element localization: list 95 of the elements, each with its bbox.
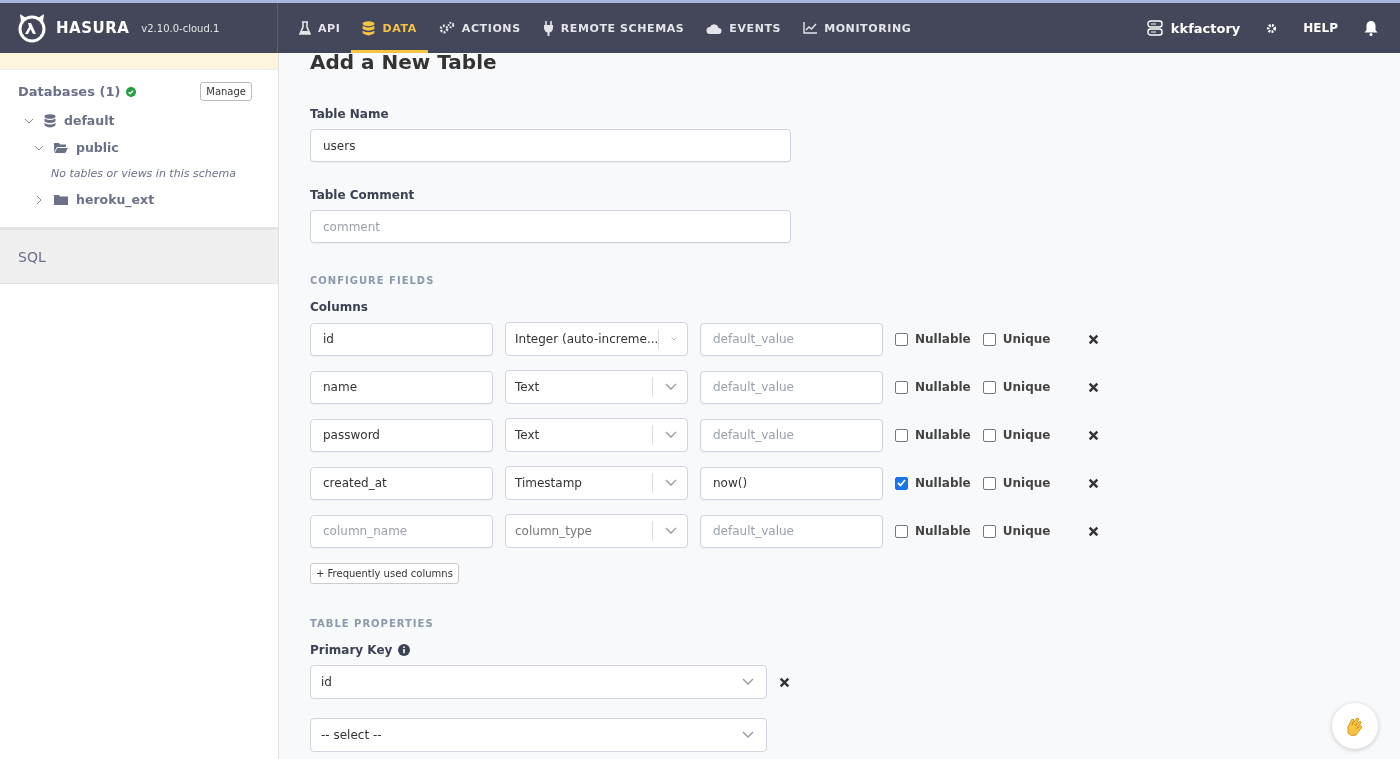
bell-icon[interactable] bbox=[1364, 20, 1378, 36]
close-icon[interactable] bbox=[1088, 429, 1100, 441]
nav-tab[interactable]: API bbox=[288, 3, 352, 53]
nav-tab[interactable]: ACTIONS bbox=[427, 3, 532, 53]
check-circle-icon bbox=[126, 86, 137, 97]
nav-tab[interactable]: DATA bbox=[351, 3, 428, 53]
version-label: v2.10.0-cloud.1 bbox=[141, 22, 220, 34]
databases-heading: Databases (1) bbox=[18, 84, 121, 99]
field-label: Primary Key bbox=[310, 643, 393, 657]
default-value-input[interactable]: default_value bbox=[700, 514, 883, 548]
section-heading: CONFIGURE FIELDS bbox=[310, 275, 436, 286]
column-type-select[interactable]: Text bbox=[505, 418, 688, 452]
close-icon[interactable] bbox=[1088, 477, 1100, 489]
column-type-select[interactable]: Timestamp bbox=[505, 466, 688, 500]
cloud-icon bbox=[706, 22, 723, 34]
chevron-right-icon[interactable] bbox=[36, 194, 42, 205]
folder-icon bbox=[54, 194, 68, 205]
comment-input[interactable]: comment bbox=[310, 210, 791, 243]
nullable-checkbox[interactable] bbox=[895, 476, 908, 490]
nullable-checkbox[interactable] bbox=[895, 332, 908, 346]
column-name-input[interactable]: password bbox=[310, 418, 493, 452]
chevron-down-icon bbox=[742, 731, 754, 739]
database-icon bbox=[44, 113, 56, 128]
plug-icon bbox=[542, 20, 554, 36]
checkbox-label: Nullable bbox=[915, 524, 971, 538]
chevron-down-icon bbox=[665, 527, 677, 535]
checkbox-label: Unique bbox=[1002, 332, 1051, 346]
nullable-checkbox[interactable] bbox=[895, 524, 908, 538]
nav-tab[interactable]: EVENTS bbox=[695, 3, 793, 53]
logo-text: HASURA bbox=[56, 19, 130, 37]
column-name-input[interactable]: id bbox=[310, 322, 493, 356]
empty-message: No tables or views in this schema bbox=[50, 167, 237, 180]
close-icon[interactable] bbox=[1088, 525, 1100, 537]
default-value-input[interactable]: default_value bbox=[700, 370, 883, 404]
chevron-down-icon bbox=[670, 335, 677, 343]
close-icon[interactable] bbox=[779, 676, 790, 688]
default-value-input[interactable]: now() bbox=[700, 466, 883, 500]
unique-checkbox[interactable] bbox=[982, 332, 996, 346]
chevron-down-icon bbox=[665, 383, 677, 391]
open-folder-icon bbox=[54, 142, 68, 153]
gears-icon bbox=[438, 21, 455, 35]
nav-tab[interactable]: MONITORING bbox=[792, 3, 923, 53]
tree-item[interactable]: heroku_ext bbox=[76, 192, 155, 207]
tree-item[interactable]: public bbox=[76, 140, 119, 155]
column-type-select[interactable]: Text bbox=[505, 370, 688, 404]
sql-link[interactable]: SQL bbox=[0, 230, 278, 284]
unique-checkbox[interactable] bbox=[982, 380, 996, 394]
server-icon bbox=[1146, 20, 1163, 36]
info-icon[interactable] bbox=[398, 644, 411, 656]
checkbox-label: Nullable bbox=[915, 380, 971, 394]
field-label: Table Comment bbox=[310, 188, 416, 202]
nav-tab[interactable]: REMOTE SCHEMAS bbox=[531, 3, 696, 53]
unique-checkbox[interactable] bbox=[982, 476, 996, 490]
default-value-input[interactable]: default_value bbox=[700, 418, 883, 452]
primary-key-select[interactable]: id bbox=[310, 665, 767, 699]
chevron-down-icon bbox=[742, 678, 754, 686]
table-name-input[interactable]: users bbox=[310, 129, 791, 162]
settings-icon[interactable] bbox=[1266, 22, 1278, 34]
checkbox-label: Nullable bbox=[915, 332, 971, 346]
checkbox-label: Unique bbox=[1002, 428, 1051, 442]
chevron-down-icon[interactable] bbox=[34, 144, 44, 151]
logo-icon bbox=[16, 12, 48, 44]
frequent-columns-button[interactable]: + Frequently used columns bbox=[310, 563, 459, 584]
flask-icon bbox=[299, 21, 311, 35]
database-icon bbox=[362, 20, 376, 36]
column-type-select[interactable]: column_type bbox=[505, 514, 688, 548]
default-value-input[interactable]: default_value bbox=[700, 322, 883, 356]
primary-key-select[interactable]: -- select -- bbox=[310, 718, 767, 752]
project-name[interactable]: kkfactory bbox=[1170, 20, 1241, 36]
checkbox-label: Unique bbox=[1002, 380, 1051, 394]
column-name-input[interactable]: name bbox=[310, 370, 493, 404]
line-chart-icon bbox=[803, 22, 818, 34]
close-icon[interactable] bbox=[1088, 381, 1100, 393]
nullable-checkbox[interactable] bbox=[895, 380, 908, 394]
page-title: Add a New Table bbox=[310, 53, 498, 71]
manage-button[interactable]: Manage bbox=[200, 82, 252, 101]
field-label: Table Name bbox=[310, 107, 390, 121]
column-name-input[interactable]: column_name bbox=[310, 514, 493, 548]
chevron-down-icon[interactable] bbox=[24, 117, 34, 124]
chevron-down-icon bbox=[665, 479, 677, 487]
close-icon[interactable] bbox=[1088, 333, 1100, 345]
section-heading: TABLE PROPERTIES bbox=[310, 618, 435, 629]
chevron-down-icon bbox=[665, 431, 677, 439]
column-type-select[interactable]: Integer (auto-increme... bbox=[505, 322, 688, 356]
checkbox-label: Nullable bbox=[915, 428, 971, 442]
checkbox-label: Nullable bbox=[915, 476, 971, 490]
checkbox-label: Unique bbox=[1002, 476, 1051, 490]
help-link[interactable]: HELP bbox=[1303, 21, 1338, 35]
field-label: Columns bbox=[310, 300, 369, 314]
nullable-checkbox[interactable] bbox=[895, 428, 908, 442]
tree-item[interactable]: default bbox=[64, 113, 115, 128]
unique-checkbox[interactable] bbox=[982, 524, 996, 538]
column-name-input[interactable]: created_at bbox=[310, 466, 493, 500]
unique-checkbox[interactable] bbox=[982, 428, 996, 442]
checkbox-label: Unique bbox=[1002, 524, 1051, 538]
